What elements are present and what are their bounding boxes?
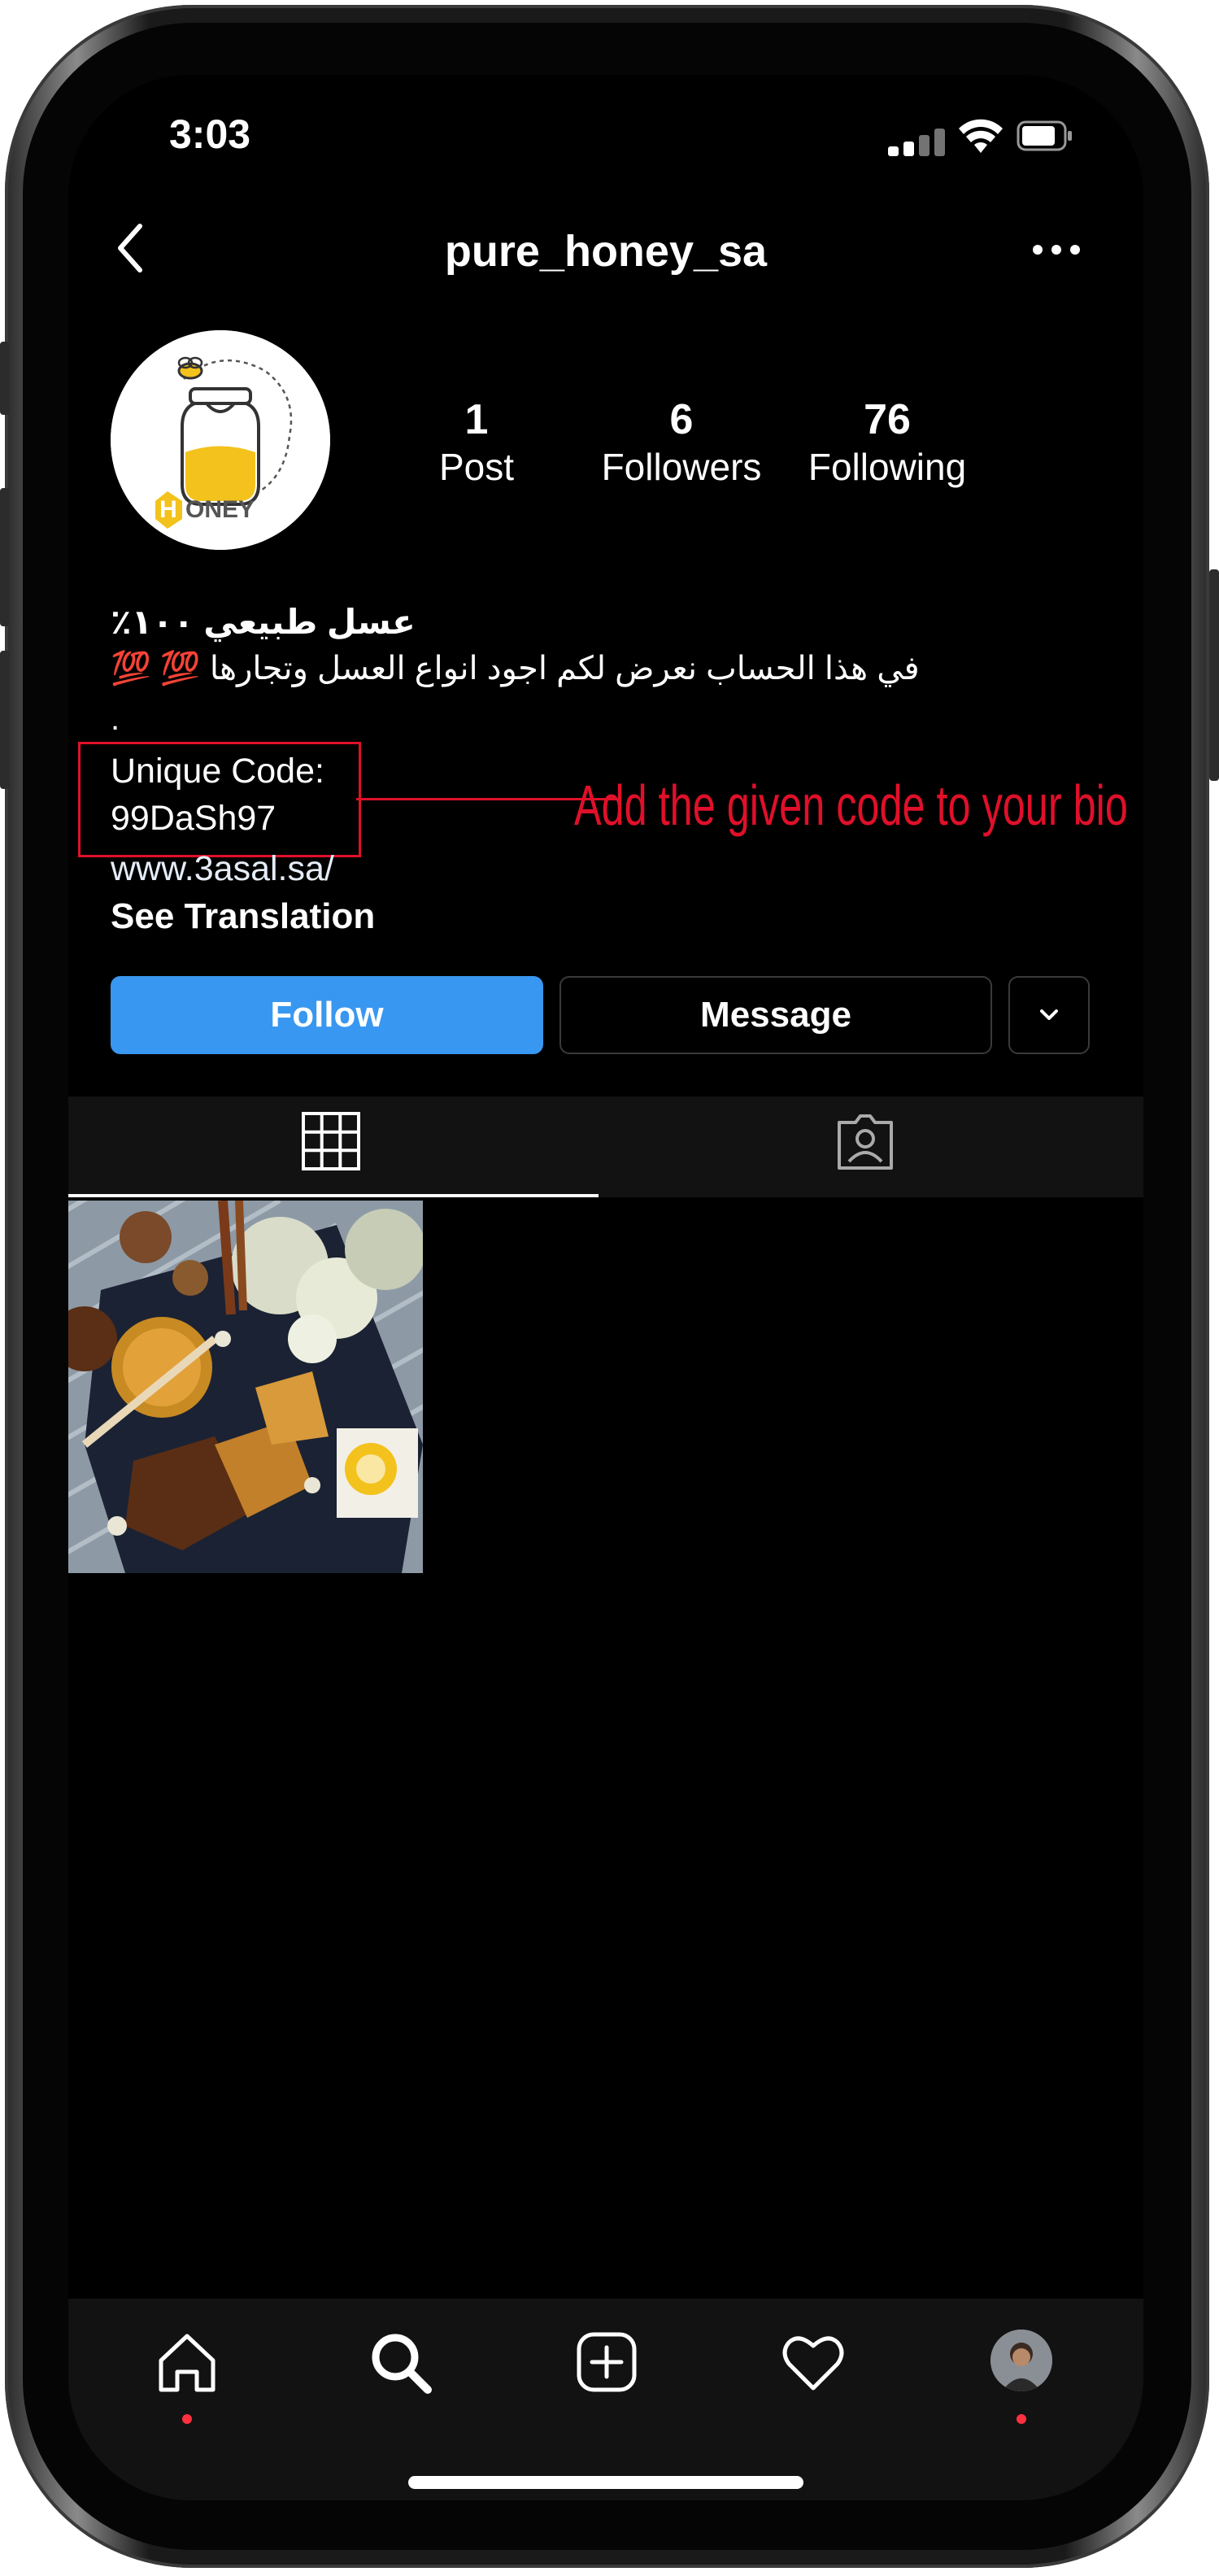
mute-switch (0, 342, 10, 415)
more-horizontal-icon[interactable] (1028, 238, 1085, 262)
wifi-icon (959, 119, 1003, 153)
volume-up-button (0, 488, 10, 626)
stat-value: 76 (864, 396, 911, 443)
svg-text:ONEY: ONEY (185, 496, 255, 523)
bio-separator: . (111, 701, 120, 737)
profile-avatar[interactable]: H ONEY (111, 330, 330, 550)
cellular-signal-icon (888, 129, 945, 156)
code-highlight-box (78, 742, 361, 857)
svg-text:H: H (159, 496, 177, 523)
post-thumbnail[interactable] (68, 1201, 423, 1573)
profile-tabs (68, 1096, 1143, 1197)
app-screen: 3:03 pure_honey_sa H ONEY 1 Post 6 Follo… (68, 75, 1143, 2500)
honey-post-thumbnail (68, 1201, 423, 1573)
chevron-down-icon (1040, 1009, 1058, 1020)
profile-avatar-icon[interactable] (990, 2330, 1052, 2391)
heart-icon[interactable] (779, 2328, 847, 2396)
active-tab-indicator (68, 1194, 599, 1197)
stat-value: 6 (669, 396, 694, 443)
stat-label: Followers (601, 446, 762, 488)
home-icon[interactable] (153, 2328, 221, 2396)
stat-followers[interactable]: 6 Followers (592, 395, 771, 490)
bio-link[interactable]: www.3asal.sa/ (111, 849, 334, 889)
bio-title: عسل طبيعي ١٠٠٪ (111, 603, 416, 641)
chevron-left-icon[interactable] (111, 220, 151, 277)
profile-username: pure_honey_sa (444, 227, 768, 276)
suggested-accounts-button[interactable] (1008, 976, 1090, 1054)
stat-label: Post (438, 446, 515, 488)
stat-label: Following (808, 446, 967, 488)
add-post-icon[interactable] (572, 2328, 641, 2396)
bio-description: في هذا الحساب نعرض لكم اجود انواع العسل … (111, 651, 920, 686)
home-notification-dot (182, 2414, 192, 2424)
profile-notification-dot (1017, 2414, 1026, 2424)
battery-icon (1017, 120, 1072, 151)
message-button[interactable]: Message (559, 976, 992, 1054)
stat-value: 1 (464, 396, 489, 443)
follow-button[interactable]: Follow (111, 976, 543, 1054)
user-avatar-image (990, 2330, 1052, 2391)
annotation-text: Add the given code to your bio (574, 774, 1128, 837)
grid-icon[interactable] (301, 1111, 361, 1171)
search-icon[interactable] (366, 2328, 434, 2396)
tagged-person-icon[interactable] (834, 1111, 896, 1173)
honey-logo: H ONEY (111, 330, 330, 550)
status-time: 3:03 (169, 111, 251, 157)
power-button (1209, 569, 1219, 781)
stat-following[interactable]: 76 Following (798, 395, 977, 490)
see-translation-link[interactable]: See Translation (111, 896, 375, 937)
stat-posts[interactable]: 1 Post (387, 395, 566, 490)
volume-down-button (0, 651, 10, 789)
home-indicator (408, 2476, 803, 2489)
